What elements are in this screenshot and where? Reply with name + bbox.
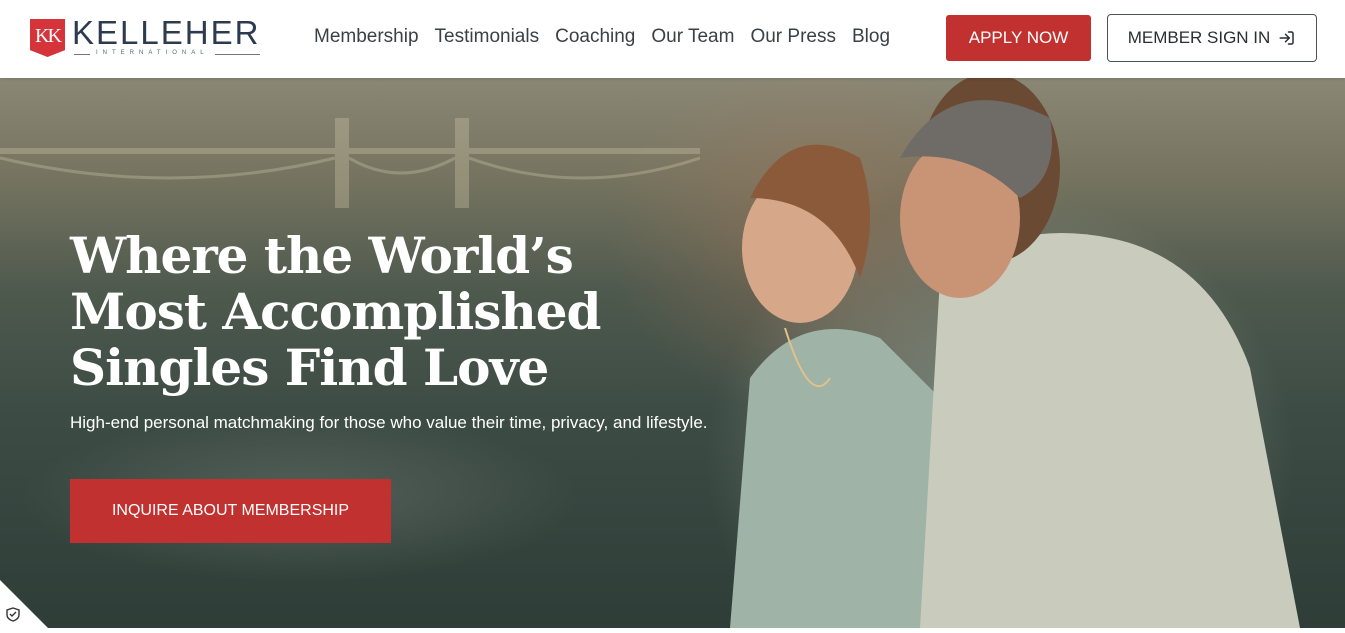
- member-sign-in-button[interactable]: MEMBER SIGN IN: [1107, 14, 1317, 62]
- hero-section: Where the World’s Most Accomplished Sing…: [0, 78, 1345, 628]
- member-sign-in-label: MEMBER SIGN IN: [1127, 28, 1271, 47]
- nav-our-team[interactable]: Our Team: [651, 26, 734, 48]
- shield-check-icon: [0, 580, 48, 628]
- nav-blog[interactable]: Blog: [852, 26, 890, 48]
- privacy-badge[interactable]: [0, 580, 48, 628]
- inquire-membership-button[interactable]: INQUIRE ABOUT MEMBERSHIP: [70, 479, 391, 543]
- nav-coaching[interactable]: Coaching: [555, 26, 635, 48]
- logo-badge-letters: KK: [35, 25, 62, 47]
- logo-subtitle: INTERNATIONAL: [90, 50, 215, 56]
- logo-badge-icon: KK: [30, 19, 65, 57]
- nav-membership[interactable]: Membership: [314, 26, 419, 48]
- hero-subtitle: High-end personal matchmaking for those …: [70, 413, 708, 432]
- bridge-background-image: [0, 118, 700, 208]
- top-navigation-bar: KK KELLEHER INTERNATIONAL Membership Tes…: [0, 0, 1345, 78]
- nav-testimonials[interactable]: Testimonials: [435, 26, 540, 48]
- main-nav: Membership Testimonials Coaching Our Tea…: [314, 26, 906, 48]
- apply-now-button[interactable]: APPLY NOW: [946, 15, 1091, 61]
- hero-title-line-3: Singles Find Love: [70, 338, 549, 397]
- hero-title: Where the World’s Most Accomplished Sing…: [70, 228, 670, 396]
- couple-hero-photo: [730, 78, 1300, 628]
- kelleher-logo[interactable]: KK KELLEHER INTERNATIONAL: [30, 14, 262, 60]
- logo-wordmark: KELLEHER: [72, 14, 261, 51]
- nav-our-press[interactable]: Our Press: [750, 26, 836, 48]
- hero-title-line-1: Where the World’s: [70, 226, 574, 285]
- sign-in-arrow-icon: [1279, 31, 1295, 45]
- hero-title-line-2: Most Accomplished: [70, 282, 602, 341]
